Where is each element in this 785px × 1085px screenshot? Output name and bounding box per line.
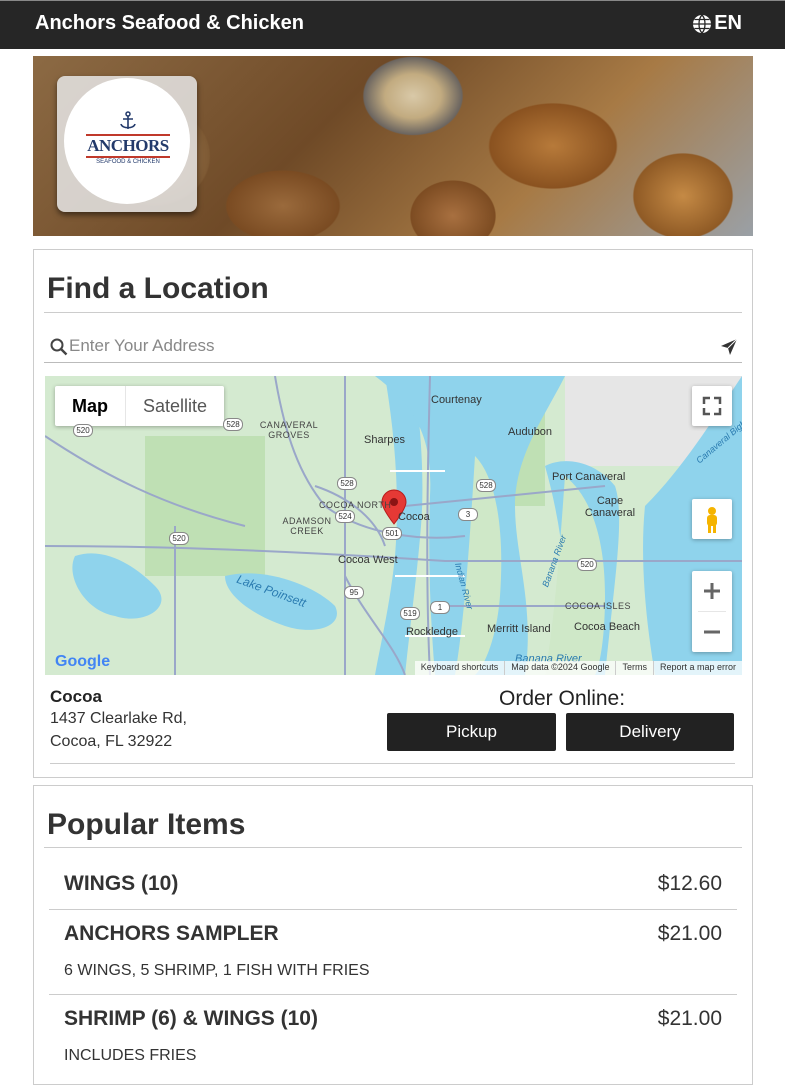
map-data-text: Map data ©2024 Google [504, 661, 615, 675]
language-code: EN [714, 12, 742, 34]
brand-title[interactable]: Anchors Seafood & Chicken [35, 12, 304, 35]
locate-me-icon[interactable] [720, 338, 738, 356]
delivery-button[interactable]: Delivery [566, 713, 734, 751]
globe-icon [693, 14, 712, 33]
route-shield: 3 [458, 508, 478, 521]
fullscreen-button[interactable] [692, 386, 732, 426]
logo-badge: ANCHORS SEAFOOD & CHICKEN [64, 78, 190, 204]
map-label: COCOA NORTH [319, 500, 392, 510]
map-label: CANAVERAL GROVES [259, 420, 319, 440]
logo-wordmark: ANCHORS [86, 134, 170, 158]
route-shield: 528 [337, 477, 357, 490]
title-divider [44, 312, 742, 313]
pickup-button[interactable]: Pickup [387, 713, 556, 751]
map-label: Port Canaveral [552, 471, 626, 483]
route-shield: 528 [476, 479, 496, 492]
logo-tagline: SEAFOOD & CHICKEN [96, 159, 160, 165]
report-map-error-link[interactable]: Report a map error [652, 661, 742, 675]
route-shield: 528 [223, 418, 243, 431]
fullscreen-icon [702, 396, 722, 416]
keyboard-shortcuts-link[interactable]: Keyboard shortcuts [415, 661, 505, 675]
location-address-line1: 1437 Clearlake Rd, [50, 710, 187, 727]
map-label: Rockledge [406, 626, 458, 638]
route-shield: 519 [400, 607, 420, 620]
popular-section-title: Popular Items [47, 808, 246, 841]
map-label: Audubon [508, 426, 553, 438]
language-selector[interactable]: EN [692, 12, 742, 35]
location-address-line2: Cocoa, FL 32922 [50, 733, 173, 750]
map-label: Cape Canaveral [584, 495, 636, 519]
map-label: Merritt Island [487, 623, 551, 635]
map-type-toggle: Map Satellite [55, 386, 225, 426]
map-label: ADAMSON CREEK [282, 516, 332, 536]
menu-item[interactable]: ANCHORS SAMPLER $21.00 6 WINGS, 5 SHRIMP… [49, 910, 737, 994]
menu-item-name: SHRIMP (6) & WINGS (10) [64, 1007, 318, 1030]
map-label: Courtenay [431, 394, 482, 406]
menu-item-name: ANCHORS SAMPLER [64, 922, 279, 945]
map-label: Cocoa West [338, 554, 398, 566]
zoom-in-icon[interactable] [692, 571, 732, 611]
menu-item[interactable]: WINGS (10) $12.60 [49, 856, 737, 910]
menu-item-price: $12.60 [657, 872, 722, 895]
map-label: Cocoa Beach [574, 621, 641, 633]
menu-item-name: WINGS (10) [64, 872, 179, 895]
map-type-satellite-button[interactable]: Satellite [126, 386, 224, 426]
route-shield: 524 [335, 510, 355, 523]
map-label: COCOA ISLES [565, 601, 632, 611]
location-map[interactable]: Map Satellite Courtenay Audubon Sharpes … [45, 376, 742, 675]
location-section-title: Find a Location [47, 272, 269, 305]
zoom-out-icon[interactable] [692, 612, 732, 652]
popular-items-card: Popular Items WINGS (10) $12.60 ANCHORS … [33, 785, 753, 1085]
top-navbar: Anchors Seafood & Chicken EN [0, 0, 785, 49]
location-card: Find a Location Enter Your Address Map S… [33, 249, 753, 778]
address-input[interactable] [69, 334, 669, 358]
map-attribution: Keyboard shortcuts Map data ©2024 Google… [414, 661, 742, 675]
route-shield: 520 [73, 424, 93, 437]
pegman-icon [707, 507, 717, 533]
route-shield: 95 [344, 586, 364, 599]
map-label: Sharpes [364, 434, 405, 446]
menu-item-price: $21.00 [657, 1007, 722, 1030]
route-shield: 520 [169, 532, 189, 545]
google-logo-text: Google [55, 653, 111, 670]
map-type-map-button[interactable]: Map [55, 386, 126, 426]
search-icon [50, 338, 68, 356]
title-divider [44, 847, 742, 848]
address-search [44, 330, 742, 363]
terms-link[interactable]: Terms [615, 661, 653, 675]
anchor-icon [120, 111, 136, 129]
menu-item[interactable]: SHRIMP (6) & WINGS (10) $21.00 INCLUDES … [49, 995, 737, 1079]
route-shield: 520 [577, 558, 597, 571]
order-online-label: Order Online: [499, 687, 626, 710]
route-shield: 1 [430, 601, 450, 614]
map-label: Cocoa [398, 511, 430, 523]
menu-item-description: 6 WINGS, 5 SHRIMP, 1 FISH WITH FRIES [64, 962, 370, 979]
restaurant-logo: ANCHORS SEAFOOD & CHICKEN [57, 76, 197, 212]
location-divider [50, 763, 735, 764]
menu-item-price: $21.00 [657, 922, 722, 945]
street-view-button[interactable] [692, 499, 732, 539]
google-logo: Google [55, 653, 110, 671]
route-shield: 501 [382, 527, 402, 540]
location-name: Cocoa [50, 687, 102, 706]
menu-item-description: INCLUDES FRIES [64, 1047, 197, 1064]
zoom-controls [692, 571, 732, 652]
